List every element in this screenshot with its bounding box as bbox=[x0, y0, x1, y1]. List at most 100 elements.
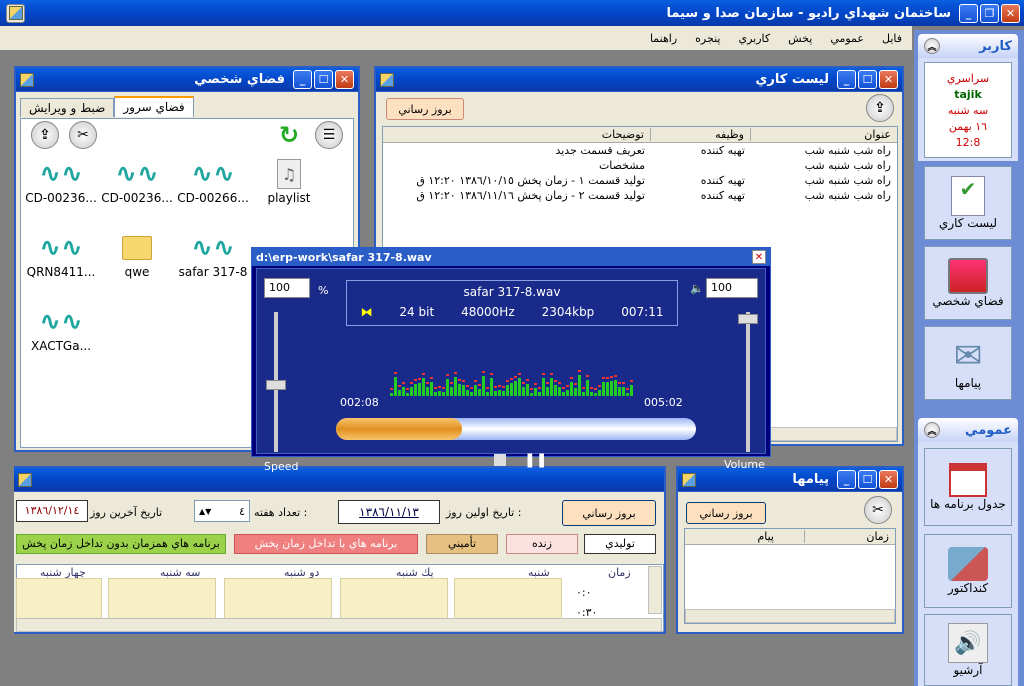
maximize-button[interactable]: ☐ bbox=[858, 470, 877, 489]
spectrum-bar bbox=[454, 377, 457, 396]
file-item[interactable]: qwe bbox=[97, 231, 177, 279]
weeks-stepper[interactable]: ▲▼ ٤ bbox=[194, 500, 250, 522]
horizontal-scrollbar[interactable] bbox=[16, 618, 662, 632]
maximize-button[interactable]: ☐ bbox=[858, 70, 877, 89]
speed-slider-thumb[interactable] bbox=[266, 380, 286, 390]
stop-button[interactable] bbox=[494, 454, 506, 466]
close-icon[interactable]: ✕ bbox=[752, 250, 766, 264]
percent-label: % bbox=[318, 284, 329, 297]
spectrum-peak bbox=[518, 373, 521, 376]
progress-bar[interactable] bbox=[336, 418, 696, 440]
volume-slider-thumb[interactable] bbox=[738, 314, 758, 324]
day-column[interactable] bbox=[16, 578, 102, 622]
window-icon bbox=[682, 472, 696, 487]
sidebar-schedule-button[interactable]: جدول برنامه ها bbox=[924, 448, 1012, 526]
day-column[interactable] bbox=[108, 578, 216, 622]
table-header: عنوان وظيفه توضيحات bbox=[383, 127, 897, 143]
spectrum-bar bbox=[514, 381, 517, 396]
computer-icon bbox=[948, 258, 988, 294]
tab-record-edit[interactable]: ضبط و ويرايش bbox=[20, 98, 115, 117]
spectrum-bar bbox=[390, 393, 393, 396]
file-item[interactable]: ∿∿ QRN8411... bbox=[21, 231, 101, 279]
minimize-button[interactable]: _ bbox=[837, 70, 856, 89]
spectrum-bar bbox=[410, 387, 413, 396]
minimize-button[interactable]: _ bbox=[837, 470, 856, 489]
spectrum-bar bbox=[618, 387, 621, 396]
cut-icon[interactable]: ✂ bbox=[69, 121, 97, 149]
table-row[interactable]: راه شب شنبه شب تهيه كننده توليد قسمت ٢ - ز… bbox=[383, 188, 897, 203]
spectrum-peak bbox=[570, 377, 573, 380]
file-item[interactable]: ∿∿ safar 317-8 bbox=[173, 231, 253, 279]
last-day-field[interactable]: ١٣٨٦/١٢/١٤ bbox=[16, 500, 88, 522]
close-button[interactable]: ✕ bbox=[335, 70, 354, 89]
worklist-refresh-button[interactable]: بروز رساني bbox=[386, 98, 464, 120]
sidebar-archive-label: آرشيو bbox=[953, 663, 983, 677]
cut-icon[interactable]: ✂ bbox=[864, 496, 892, 524]
spectrum-bar bbox=[502, 391, 505, 396]
volume-field[interactable]: 100 bbox=[706, 278, 758, 298]
window-icon bbox=[18, 472, 32, 487]
menu-general[interactable]: عمومي bbox=[830, 32, 864, 45]
sidebar-worklist-button[interactable]: ✔ ليست كاري bbox=[924, 166, 1012, 240]
menu-file[interactable]: فايل bbox=[882, 32, 902, 45]
close-button[interactable]: ✕ bbox=[1001, 3, 1020, 23]
spectrum-peak bbox=[422, 372, 425, 375]
file-item[interactable]: ∿∿ CD-00236... bbox=[21, 157, 101, 205]
menu-playback[interactable]: پخش bbox=[788, 32, 812, 45]
user-header-label: كاربر bbox=[979, 38, 1012, 54]
messages-refresh-button[interactable]: بروز رساني bbox=[686, 502, 766, 524]
table-row[interactable]: راه شب شنبه شب مشخصات bbox=[383, 158, 897, 173]
window-icon bbox=[380, 72, 394, 87]
pause-button[interactable]: ❚❚ bbox=[524, 452, 547, 468]
file-item[interactable]: ∿∿ CD-00266... bbox=[173, 157, 253, 205]
day-column[interactable] bbox=[340, 578, 448, 622]
minimize-button[interactable]: _ bbox=[293, 70, 312, 89]
user-time: 12:8 bbox=[955, 135, 981, 149]
vertical-scrollbar[interactable] bbox=[648, 566, 662, 614]
menu-help[interactable]: راهنما bbox=[650, 32, 677, 45]
spectrum-bar bbox=[438, 391, 441, 396]
sidebar-messages-button[interactable]: ✉ پيامها bbox=[924, 326, 1012, 400]
refresh-icon[interactable]: ↻ bbox=[275, 121, 303, 149]
stepper-arrows-icon[interactable]: ▲▼ bbox=[199, 507, 211, 516]
maximize-button[interactable]: ☐ bbox=[314, 70, 333, 89]
day-column[interactable] bbox=[224, 578, 332, 622]
list-view-icon[interactable]: ☰ bbox=[315, 121, 343, 149]
file-item[interactable]: ∿∿ CD-00236... bbox=[97, 157, 177, 205]
minimize-button[interactable]: _ bbox=[959, 3, 978, 23]
file-item[interactable]: ∿∿ XACTGa... bbox=[21, 305, 101, 353]
spectrum-peak bbox=[458, 378, 461, 381]
general-section-header[interactable]: ︽ عمومي bbox=[918, 418, 1018, 442]
first-day-field[interactable]: ١٣٨٦/١١/١٣ bbox=[338, 500, 440, 524]
schedule-refresh-button[interactable]: بروز رساني bbox=[562, 500, 656, 526]
folder-icon bbox=[97, 231, 177, 265]
tab-server-space[interactable]: فضاي سرور bbox=[114, 96, 194, 117]
sidebar-conductor-button[interactable]: كنداكتور bbox=[924, 534, 1012, 608]
spectrum-peak bbox=[578, 370, 581, 373]
volume-slider[interactable] bbox=[746, 312, 750, 452]
speed-field[interactable]: 100 bbox=[264, 278, 310, 298]
legend-supply: تأميني bbox=[426, 534, 498, 554]
menu-window[interactable]: پنجره bbox=[695, 32, 720, 45]
spectrum-peak bbox=[618, 382, 621, 385]
day-column[interactable] bbox=[454, 578, 562, 622]
close-button[interactable]: ✕ bbox=[879, 70, 898, 89]
spectrum-peak bbox=[626, 387, 629, 390]
file-item[interactable]: ♫ playlist bbox=[249, 157, 329, 205]
maximize-button[interactable]: ❐ bbox=[980, 3, 999, 23]
sidebar-schedule-label: جدول برنامه ها bbox=[930, 497, 1006, 511]
user-section-header[interactable]: ︽ كاربر bbox=[918, 34, 1018, 58]
sidebar-personal-button[interactable]: فضاي شخصي bbox=[924, 246, 1012, 320]
horizontal-scrollbar[interactable] bbox=[685, 609, 895, 623]
menu-user[interactable]: كاربري bbox=[738, 32, 770, 45]
close-button[interactable]: ✕ bbox=[879, 470, 898, 489]
collapse-icon[interactable]: ︽ bbox=[924, 38, 940, 54]
upload-icon[interactable]: ⇪ bbox=[866, 94, 894, 122]
table-row[interactable]: راه شب شنبه شب تهيه كننده توليد قسمت ١ - ز… bbox=[383, 173, 897, 188]
table-row[interactable]: راه شب شنبه شب تهيه كننده تعريف قسمت جديد bbox=[383, 143, 897, 158]
sidebar-archive-button[interactable]: 🔊 آرشيو bbox=[924, 614, 1012, 686]
upload-icon[interactable]: ⇪ bbox=[31, 121, 59, 149]
sidebar-messages-label: پيامها bbox=[954, 376, 982, 390]
collapse-icon[interactable]: ︽ bbox=[924, 422, 940, 438]
menubar: فايل عمومي پخش كاربري پنجره راهنما bbox=[0, 26, 912, 50]
